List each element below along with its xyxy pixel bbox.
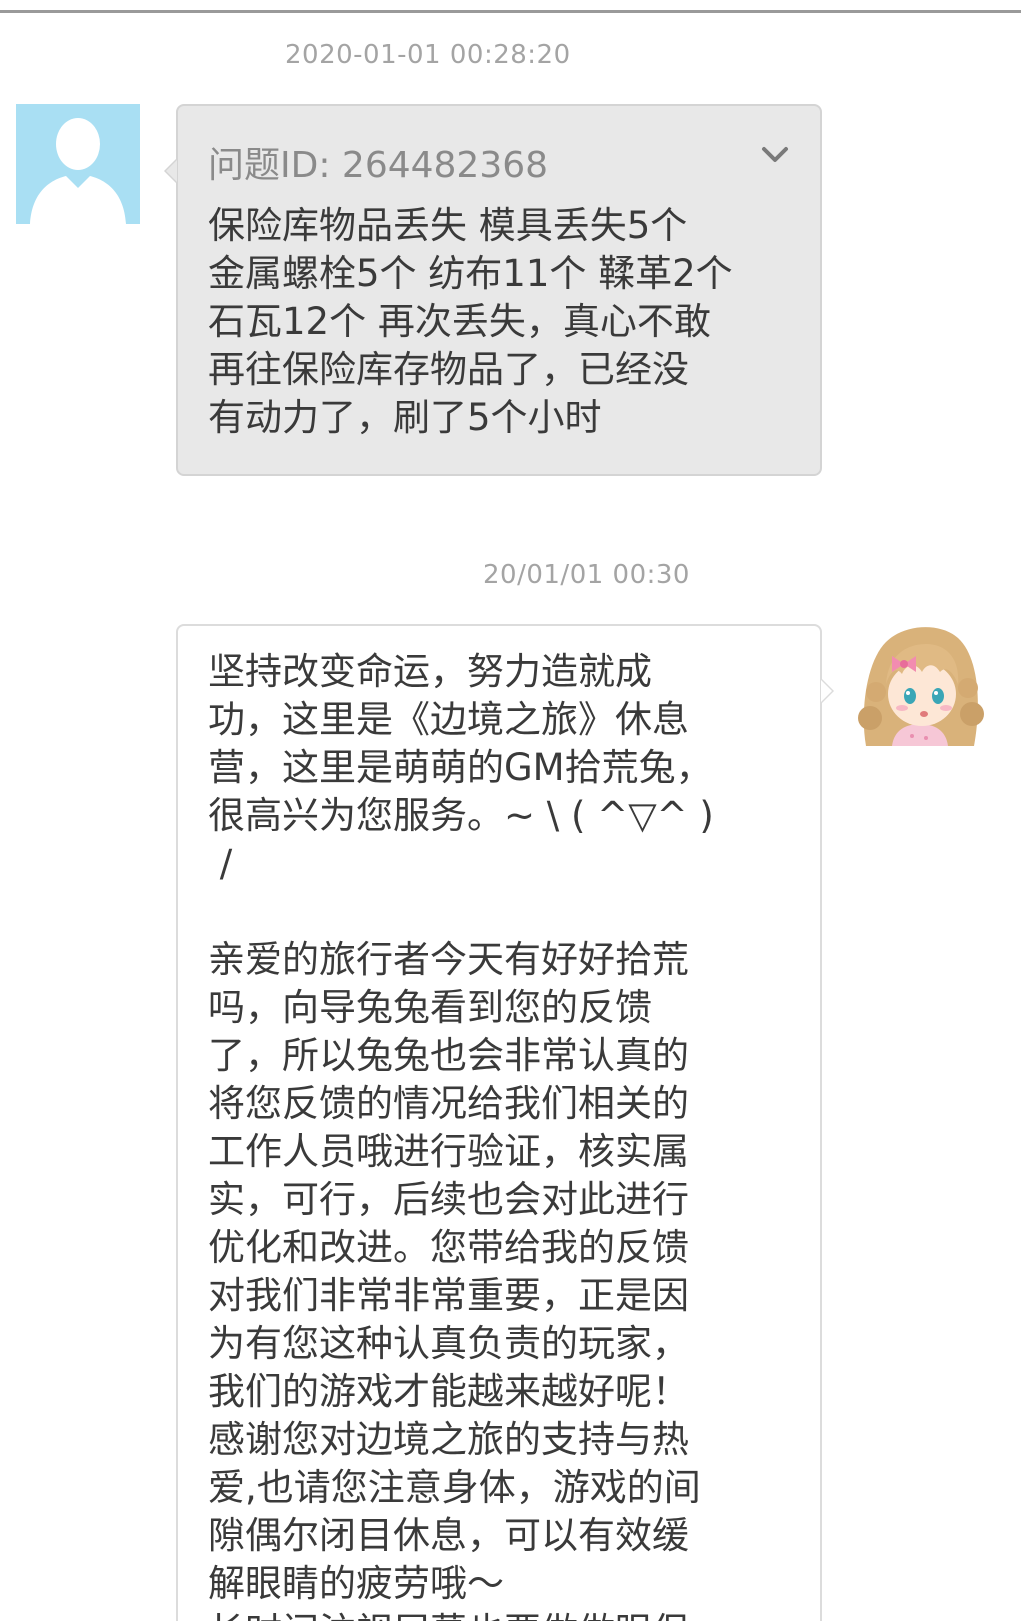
issue-id-label: 问题ID: 264482368 [208,145,549,186]
user-avatar[interactable] [16,104,140,224]
default-person-avatar-icon [16,104,140,224]
chevron-down-icon[interactable] [760,140,790,170]
message-timestamp: 20/01/01 00:30 [483,560,690,590]
gm-message-bubble: 坚持改变命运，努力造就成 功，这里是《边境之旅》休息 营，这里是萌萌的GM拾荒兔… [176,624,834,1621]
user-message-text: 保险库物品丢失 模具丢失5个 金属螺栓5个 纺布11个 鞣革2个 石瓦12个 再… [208,204,733,439]
gm-avatar[interactable] [856,622,984,746]
bubble-tail [821,678,834,704]
top-divider [0,10,1021,13]
message-timestamp: 2020-01-01 00:28:20 [285,40,571,70]
chat-screen: 2020-01-01 00:28:20 问题ID: 264482368 保险库物… [0,0,1021,1621]
bubble-tail [164,158,177,184]
anime-girl-avatar [858,627,984,746]
gm-message-text: 坚持改变命运，努力造就成 功，这里是《边境之旅》休息 营，这里是萌萌的GM拾荒兔… [208,650,714,1621]
user-message-bubble: 问题ID: 264482368 保险库物品丢失 模具丢失5个 金属螺栓5个 纺布… [164,104,822,476]
